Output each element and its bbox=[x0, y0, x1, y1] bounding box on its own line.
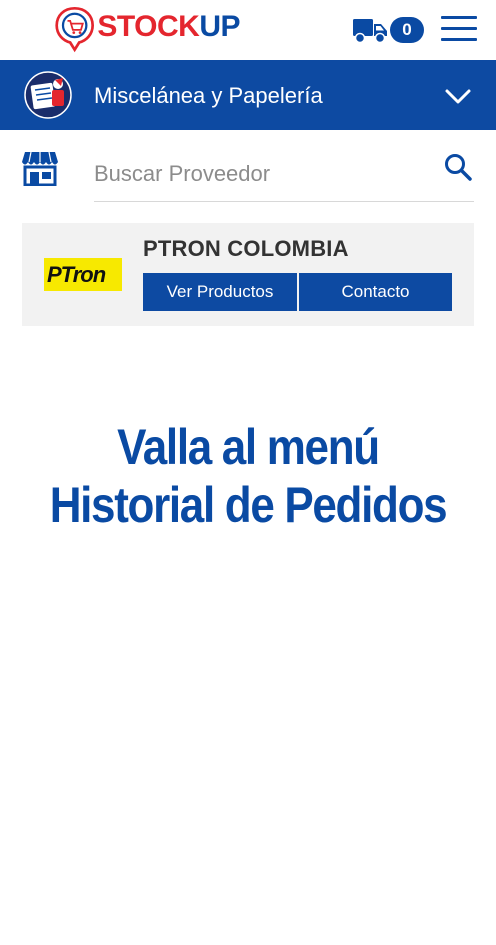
category-label: Miscelánea y Papelería bbox=[94, 83, 323, 108]
stationery-icon bbox=[24, 71, 72, 119]
supplier-logo-text: PTron bbox=[47, 261, 106, 287]
instruction-line-2: Historial de Pedidos bbox=[49, 477, 448, 533]
store-icon bbox=[22, 151, 58, 186]
logo-mark-icon bbox=[55, 6, 94, 53]
logo-text-up: UP bbox=[199, 10, 240, 43]
instruction-line-1: Valla al menú bbox=[117, 419, 380, 475]
cart-count-badge[interactable]: 0 bbox=[390, 17, 424, 43]
logo-text-stock: STOCK bbox=[97, 10, 200, 43]
supplier-card: PTron PTRON COLOMBIA Ver Productos Conta… bbox=[22, 223, 474, 326]
logo-text: STOCKUP bbox=[97, 12, 240, 42]
contact-button[interactable]: Contacto bbox=[299, 273, 452, 311]
chevron-down-icon[interactable] bbox=[444, 82, 472, 110]
stockup-logo[interactable]: STOCKUP bbox=[54, 4, 240, 54]
instruction-text: Valla al menú Historial de Pedidos bbox=[30, 418, 466, 534]
app-header: STOCKUP 0 bbox=[0, 0, 496, 60]
search-icon[interactable] bbox=[443, 152, 473, 182]
supplier-name: PTRON COLOMBIA bbox=[143, 236, 349, 261]
supplier-logo: PTron bbox=[44, 258, 122, 291]
view-products-button[interactable]: Ver Productos bbox=[143, 273, 297, 311]
search-supplier-input[interactable] bbox=[94, 146, 474, 202]
category-selector[interactable]: Miscelánea y Papelería bbox=[0, 60, 496, 130]
hamburger-menu-icon[interactable] bbox=[441, 14, 477, 44]
truck-icon[interactable] bbox=[352, 16, 388, 44]
